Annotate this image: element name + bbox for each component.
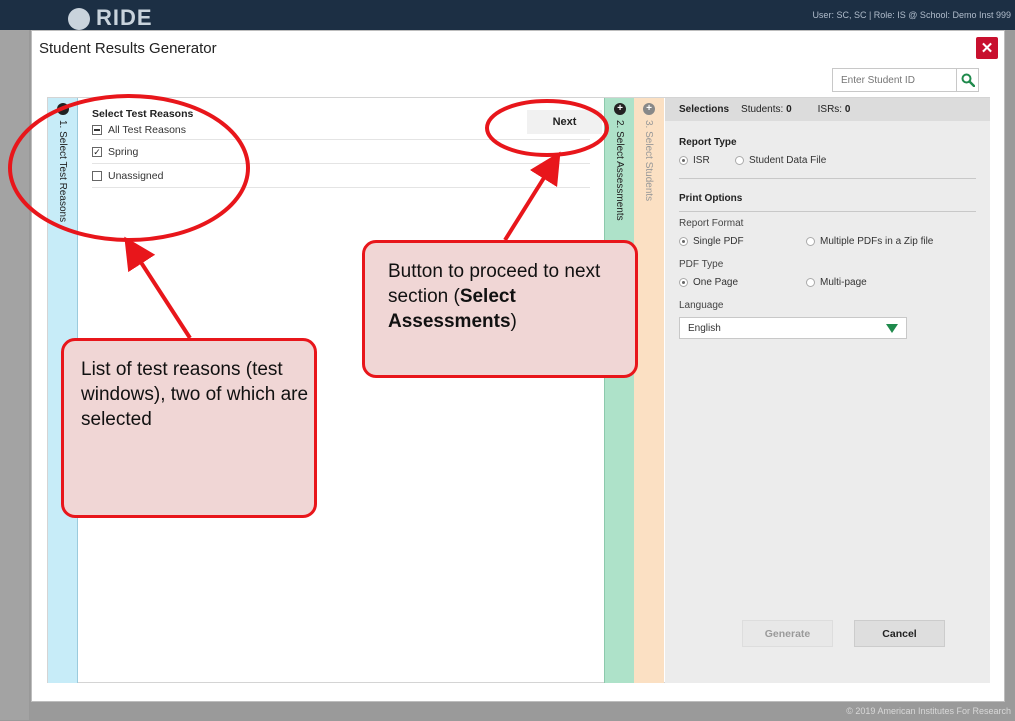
callout-text-end: ) bbox=[510, 311, 517, 332]
arrow-next-button bbox=[503, 151, 561, 242]
highlight-ellipse-test-reasons bbox=[8, 94, 250, 242]
callout-next-button: Button to proceed to next section (Selec… bbox=[362, 240, 638, 378]
highlight-ellipse-next-button bbox=[485, 99, 609, 157]
arrow-test-reasons bbox=[124, 236, 192, 340]
callout-test-reasons: List of test reasons (test windows), two… bbox=[61, 338, 317, 518]
